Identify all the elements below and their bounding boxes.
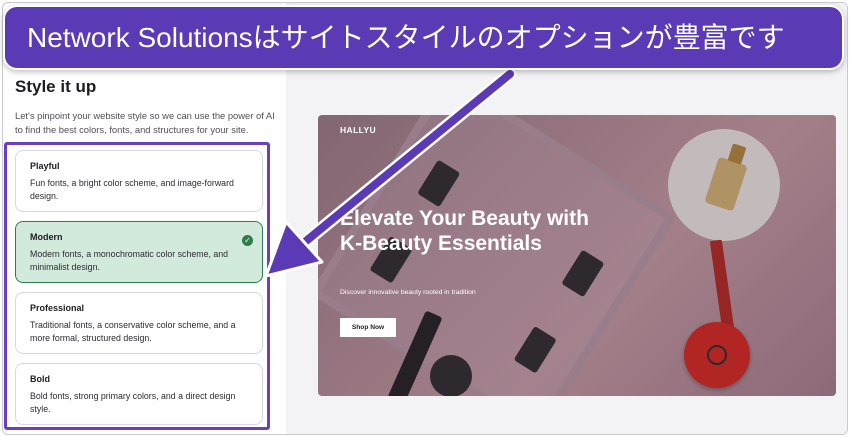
option-playful[interactable]: Playful Fun fonts, a bright color scheme…	[15, 150, 263, 212]
panel-title: Style it up	[15, 77, 97, 96]
check-circle-icon: ✓	[242, 235, 253, 246]
option-title: Modern	[30, 232, 63, 242]
option-description: Bold fonts, strong primary colors, and a…	[30, 391, 236, 414]
brand-logo[interactable]: HALLYU	[340, 125, 376, 135]
option-description: Fun fonts, a bright color scheme, and im…	[30, 178, 234, 201]
option-title: Playful	[30, 161, 60, 171]
option-description: Modern fonts, a monochromatic color sche…	[30, 249, 229, 272]
hero-headline: Elevate Your Beauty with K-Beauty Essent…	[340, 207, 589, 255]
annotation-banner: Network Solutionsはサイトスタイルのオプションが豊富です	[3, 5, 844, 70]
option-title: Bold	[30, 374, 50, 384]
options-highlight: Playful Fun fonts, a bright color scheme…	[4, 142, 270, 430]
hero-subline: Discover innovative beauty rooted in tra…	[340, 289, 476, 296]
shop-now-button[interactable]: Shop Now	[340, 318, 396, 337]
option-description: Traditional fonts, a conservative color …	[30, 320, 236, 343]
option-professional[interactable]: Professional Traditional fonts, a conser…	[15, 292, 263, 354]
website-preview: HALLYU Elevate Your Beauty with K-Beauty…	[318, 115, 836, 396]
option-title: Professional	[30, 303, 85, 313]
panel-description: Let's pinpoint your website style so we …	[15, 110, 275, 135]
option-bold[interactable]: Bold Bold fonts, strong primary colors, …	[15, 363, 263, 425]
option-modern[interactable]: Modern Modern fonts, a monochromatic col…	[15, 221, 263, 283]
